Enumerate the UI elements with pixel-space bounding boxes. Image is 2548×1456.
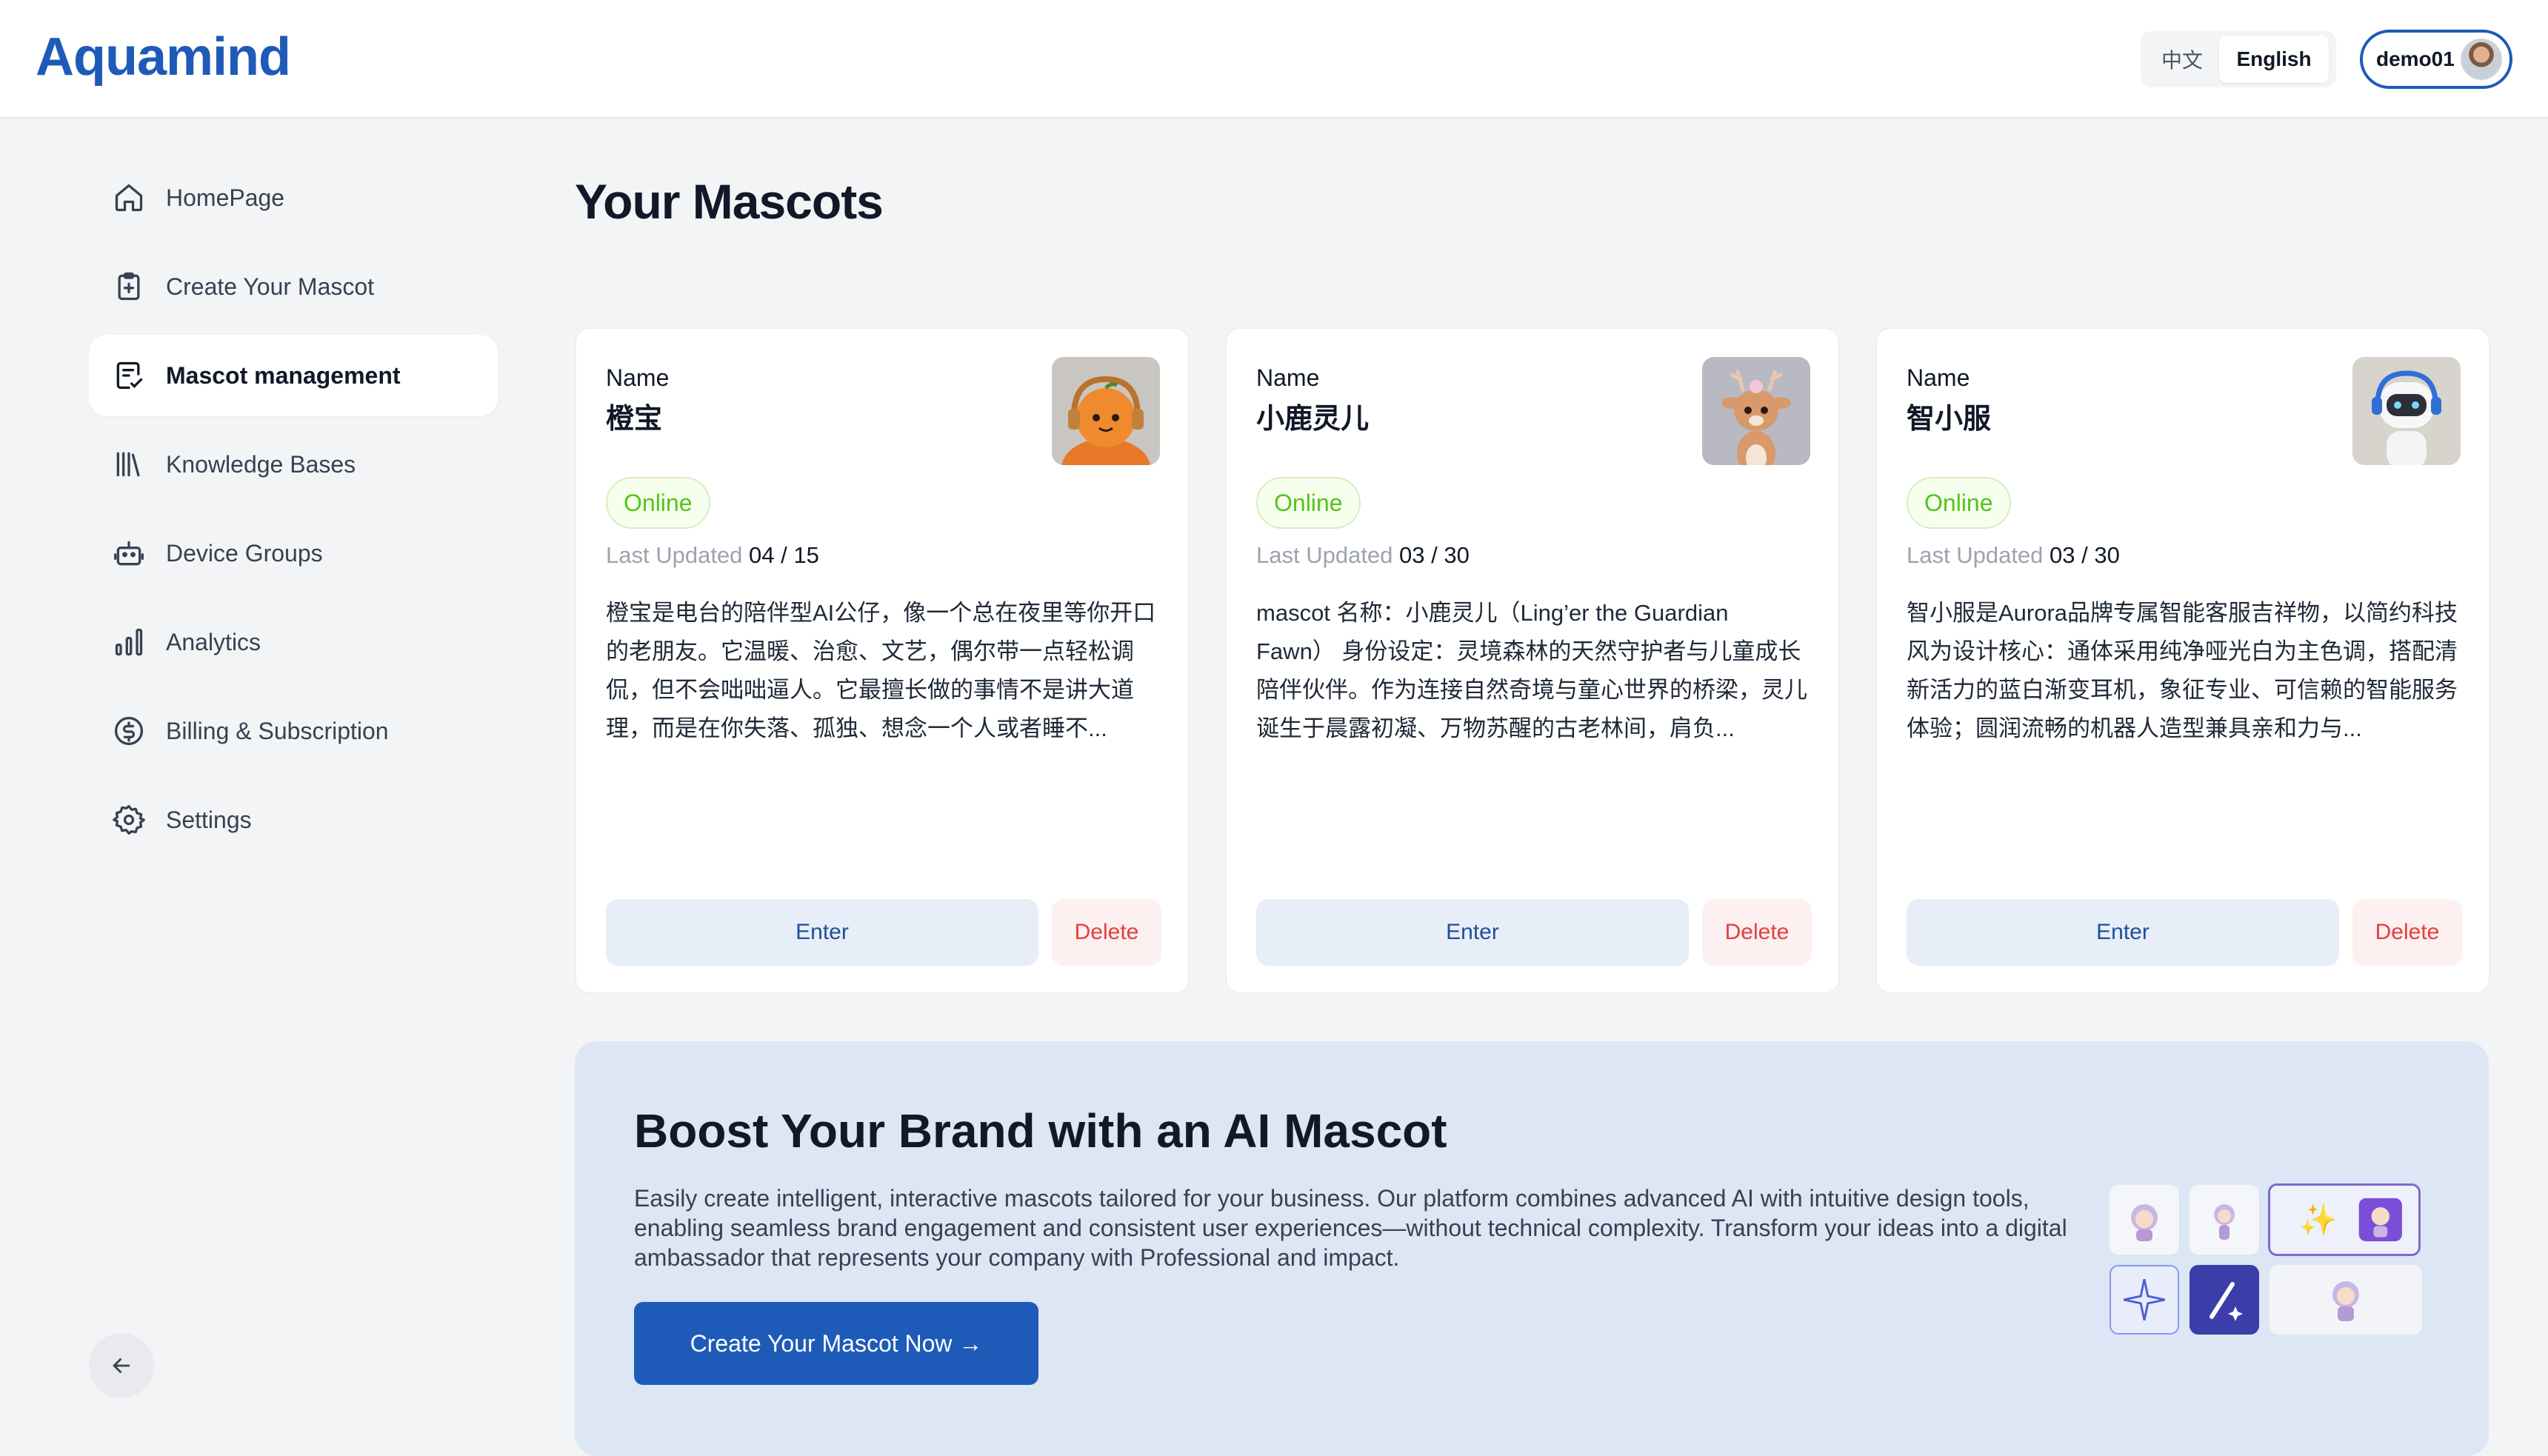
enter-button[interactable]: Enter (606, 899, 1038, 966)
sidebar-item-billing[interactable]: Billing & Subscription (89, 690, 498, 772)
delete-button[interactable]: Delete (2352, 899, 2462, 966)
collapse-sidebar-button[interactable] (89, 1333, 154, 1398)
edit-list-icon (111, 358, 147, 393)
promo-text: Easily create intelligent, interactive m… (634, 1185, 2067, 1271)
library-icon (111, 447, 147, 482)
sidebar-item-label: Create Your Mascot (166, 273, 375, 300)
mascot-image-fawn (1702, 357, 1810, 465)
sidebar-item-homepage[interactable]: HomePage (89, 157, 498, 238)
sidebar-item-device-groups[interactable]: Device Groups (89, 512, 498, 594)
mascot-card: Name 橙宝 Online Last Updated 04 / 15 橙宝是电… (575, 327, 1190, 994)
delete-button[interactable]: Delete (1702, 899, 1812, 966)
sidebar-item-label: HomePage (166, 184, 285, 211)
mascot-description: 橙宝是电台的陪伴型AI公仔，像一个总在夜里等你开口的老朋友。它温暖、治愈、文艺，… (606, 600, 1156, 741)
enter-button[interactable]: Enter (1256, 899, 1689, 966)
sidebar-item-create-mascot[interactable]: Create Your Mascot (89, 246, 498, 327)
logo-text: Aquamind (36, 27, 291, 87)
create-mascot-now-button[interactable]: Create Your Mascot Now → (634, 1302, 1038, 1385)
sidebar-item-label: Settings (166, 806, 252, 833)
user-name: demo01 (2376, 47, 2455, 70)
dollar-circle-icon (111, 713, 147, 749)
sidebar-item-label: Analytics (166, 628, 261, 655)
mascot-description: 智小服是Aurora品牌专属智能客服吉祥物，以简约科技风为设计核心：通体采用纯净… (1907, 600, 2458, 741)
status-badge: Online (1256, 477, 1361, 529)
sidebar-item-label: Mascot management (166, 361, 401, 389)
svg-text:✨: ✨ (2299, 1202, 2337, 1238)
sparkle-icon (2110, 1265, 2179, 1335)
sidebar-item-mascot-management[interactable]: Mascot management (89, 335, 498, 416)
mascot-thumb-2 (2190, 1185, 2259, 1255)
sidebar-item-analytics[interactable]: Analytics (89, 601, 498, 683)
robot-icon (111, 535, 147, 571)
clipboard-plus-icon (111, 269, 147, 304)
delete-button[interactable]: Delete (1052, 899, 1161, 966)
status-badge: Online (606, 477, 710, 529)
last-updated-label: Last Updated (1907, 542, 2044, 568)
language-switch: 中文 English (2141, 31, 2336, 87)
promo-title: Boost Your Brand with an AI Mascot (634, 1104, 1447, 1158)
sidebar-item-label: Knowledge Bases (166, 450, 356, 478)
last-updated: Last Updated 04 / 15 (606, 542, 819, 569)
magic-wand-icon (2190, 1265, 2259, 1335)
aquamind-logo[interactable]: Aquamind (36, 24, 291, 90)
last-updated-label: Last Updated (1256, 542, 1393, 568)
name-label: Name (606, 364, 670, 391)
top-header: Aquamind 中文 English demo01 (0, 0, 2548, 118)
page-title: Your Mascots (575, 174, 884, 229)
avatar (2461, 39, 2502, 80)
enter-button[interactable]: Enter (1907, 899, 2339, 966)
status-badge: Online (1907, 477, 2011, 529)
last-updated-label: Last Updated (606, 542, 743, 568)
last-updated-value: 03 / 30 (1399, 542, 1470, 568)
mascot-thumb-group: ✨ (2268, 1183, 2421, 1256)
home-icon (111, 180, 147, 216)
mascot-name: 小鹿灵儿 (1256, 404, 1370, 435)
last-updated: Last Updated 03 / 30 (1256, 542, 1470, 569)
sidebar-item-settings[interactable]: Settings (89, 779, 498, 861)
mascot-card: Name 智小服 Online Last Updated 03 / 30 智小服… (1875, 327, 2490, 994)
last-updated-value: 04 / 15 (749, 542, 819, 568)
last-updated-value: 03 / 30 (2050, 542, 2120, 568)
promo-banner: Boost Your Brand with an AI Mascot Easil… (575, 1041, 2489, 1456)
mascot-name: 智小服 (1907, 404, 1992, 435)
arrow-left-icon (113, 1358, 130, 1373)
mascot-thumb-3 (2269, 1265, 2422, 1335)
sidebar-item-label: Device Groups (166, 539, 323, 567)
user-menu-button[interactable]: demo01 (2360, 30, 2512, 89)
last-updated: Last Updated 03 / 30 (1907, 542, 2120, 569)
bar-chart-icon (111, 624, 147, 660)
lang-en-option[interactable]: English (2219, 36, 2329, 83)
mascot-thumb-1 (2110, 1185, 2179, 1255)
mascot-image-orange (1052, 357, 1160, 465)
sidebar: HomePage Create Your Mascot Mascot manag… (0, 118, 518, 1422)
mascot-card: Name 小鹿灵儿 Online Last Updated 03 / 30 ma… (1225, 327, 1840, 994)
gear-icon (111, 802, 147, 838)
mascot-description: mascot 名称：小鹿灵儿（Ling’er the Guardian Fawn… (1256, 600, 1807, 741)
lang-zh-option[interactable]: 中文 (2145, 36, 2219, 83)
mascot-image-robot (2352, 357, 2461, 465)
name-label: Name (1256, 364, 1320, 391)
name-label: Name (1907, 364, 1970, 391)
sidebar-item-knowledge-bases[interactable]: Knowledge Bases (89, 424, 498, 505)
sidebar-item-label: Billing & Subscription (166, 717, 389, 744)
mascot-name: 橙宝 (606, 404, 663, 435)
